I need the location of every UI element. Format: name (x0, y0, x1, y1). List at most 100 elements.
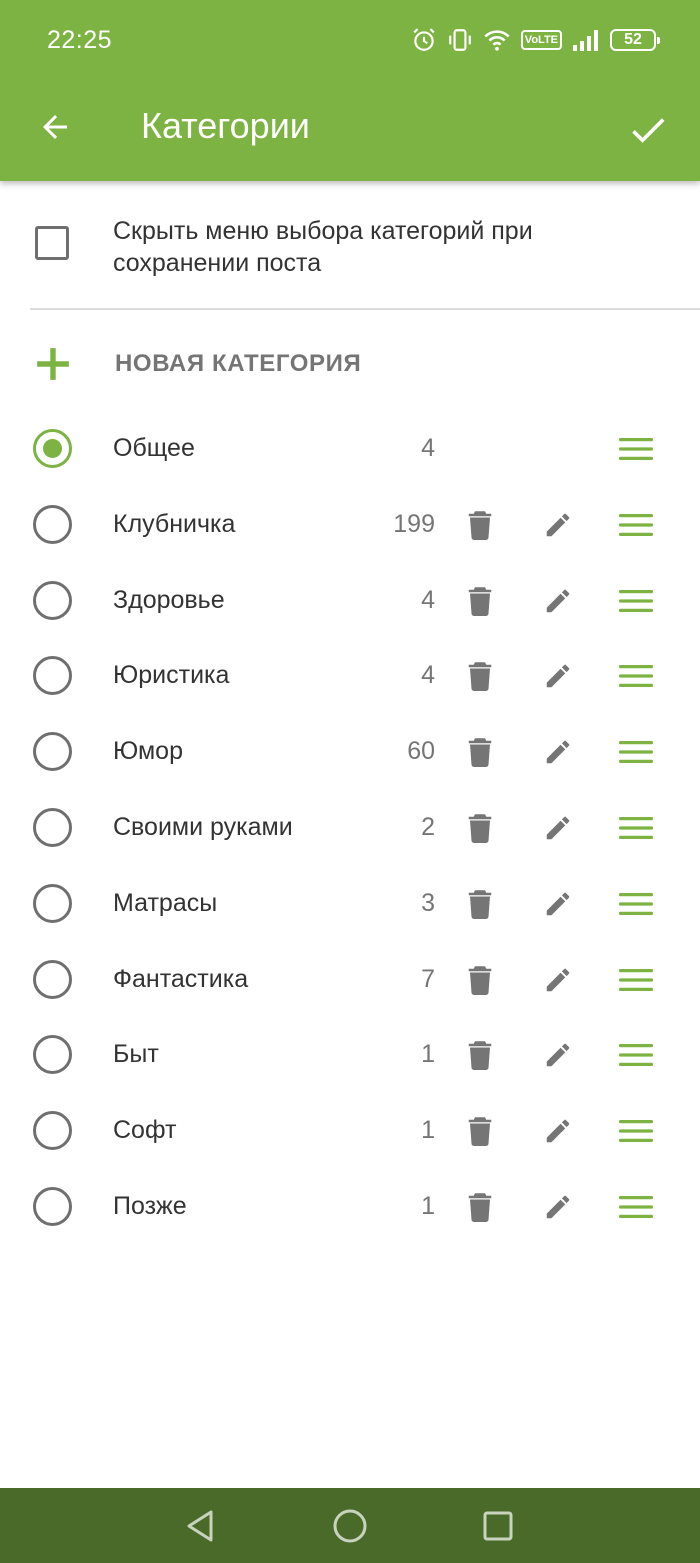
delete-category-button[interactable] (458, 806, 502, 850)
reorder-handle[interactable] (614, 654, 658, 698)
category-count: 60 (407, 737, 435, 766)
category-row[interactable]: Быт 1 (0, 1017, 700, 1093)
delete-category-button[interactable] (458, 1109, 502, 1153)
pencil-icon (546, 1119, 570, 1143)
category-radio[interactable] (33, 1111, 72, 1151)
reorder-handle[interactable] (614, 882, 658, 926)
edit-category-button[interactable] (536, 1033, 580, 1077)
delete-category-button[interactable] (458, 882, 502, 926)
plus-icon (37, 348, 69, 380)
category-radio[interactable] (33, 1035, 72, 1075)
category-row[interactable]: Клубничка 199 (0, 487, 700, 563)
category-radio[interactable] (33, 808, 72, 847)
drag-handle-icon (619, 589, 653, 612)
category-row[interactable]: Юристика 4 (0, 638, 700, 714)
drag-handle-icon (619, 438, 653, 460)
edit-category-button[interactable] (536, 1185, 580, 1229)
category-radio[interactable] (33, 429, 72, 468)
check-icon (632, 118, 665, 143)
category-row[interactable]: Своими руками 2 (0, 790, 700, 866)
reorder-handle[interactable] (614, 579, 658, 623)
delete-category-button[interactable] (458, 1033, 502, 1077)
category-row[interactable]: Позже 1 (0, 1169, 700, 1245)
arrow-left-icon (43, 115, 67, 139)
edit-category-button[interactable] (536, 806, 580, 850)
delete-category-button[interactable] (458, 958, 502, 1002)
edit-category-button[interactable] (536, 958, 580, 1002)
reorder-handle[interactable] (614, 427, 658, 471)
edit-category-button[interactable] (536, 882, 580, 926)
category-name[interactable]: Фантастика (113, 965, 248, 994)
category-name[interactable]: Клубничка (113, 510, 235, 539)
drag-handle-icon (619, 1044, 653, 1067)
trash-icon (468, 738, 492, 768)
category-row[interactable]: Общее 4 (0, 411, 700, 487)
delete-category-button[interactable] (458, 1185, 502, 1229)
category-name[interactable]: Юмор (113, 737, 183, 766)
category-radio[interactable] (33, 1187, 72, 1226)
trash-icon (468, 511, 492, 540)
category-radio[interactable] (33, 580, 72, 620)
category-row[interactable]: Софт 1 (0, 1093, 700, 1169)
hide-menu-label: Скрыть меню выбора категорий при сохране… (113, 217, 533, 277)
hide-menu-option[interactable]: Скрыть меню выбора категорий при сохране… (0, 181, 700, 309)
delete-category-button[interactable] (458, 654, 502, 698)
category-radio[interactable] (33, 656, 72, 696)
edit-category-button[interactable] (536, 654, 580, 698)
drag-handle-icon (619, 1120, 653, 1143)
reorder-handle[interactable] (614, 958, 658, 1002)
trash-icon (468, 965, 492, 995)
category-row[interactable]: Юмор 60 (0, 714, 700, 790)
category-row[interactable]: Матрасы 3 (0, 866, 700, 942)
category-count: 4 (421, 585, 435, 614)
trash-icon (468, 1041, 492, 1071)
drag-handle-icon (619, 513, 653, 536)
category-name[interactable]: Позже (113, 1192, 187, 1221)
category-name[interactable]: Юристика (113, 661, 229, 690)
drag-handle-icon (619, 817, 653, 839)
reorder-handle[interactable] (614, 1109, 658, 1153)
nav-home-button[interactable] (330, 1506, 370, 1546)
navigation-bar (0, 1488, 700, 1563)
category-name[interactable]: Софт (113, 1116, 176, 1145)
trash-icon (468, 662, 492, 692)
edit-category-button[interactable] (536, 1109, 580, 1153)
category-name[interactable]: Своими руками (113, 813, 293, 842)
reorder-handle[interactable] (614, 1033, 658, 1077)
reorder-handle[interactable] (614, 806, 658, 850)
hide-menu-checkbox[interactable] (35, 226, 69, 260)
edit-category-button[interactable] (536, 503, 580, 547)
reorder-handle[interactable] (614, 730, 658, 774)
category-name[interactable]: Матрасы (113, 889, 217, 918)
category-count: 199 (393, 509, 435, 538)
status-time: 22:25 (47, 26, 113, 54)
category-radio[interactable] (33, 883, 72, 923)
delete-category-button[interactable] (458, 730, 502, 774)
category-count: 4 (421, 661, 435, 690)
new-category-button[interactable]: НОВАЯ КАТЕГОРИЯ (0, 329, 700, 399)
category-radio[interactable] (33, 504, 72, 544)
category-name[interactable]: Здоровье (113, 586, 225, 615)
trash-icon (468, 1193, 492, 1222)
reorder-handle[interactable] (614, 503, 658, 547)
edit-category-button[interactable] (536, 730, 580, 774)
pencil-icon (546, 968, 570, 991)
confirm-button[interactable] (620, 102, 676, 158)
category-name[interactable]: Общее (113, 434, 195, 463)
drag-handle-icon (619, 968, 653, 991)
edit-category-button[interactable] (536, 579, 580, 623)
category-radio[interactable] (33, 959, 72, 999)
divider (30, 308, 700, 310)
category-radio[interactable] (33, 732, 72, 772)
app-bar: 22:25 VoLTE 52 Категории (0, 0, 700, 181)
back-button[interactable] (30, 102, 80, 152)
nav-back-button[interactable] (180, 1506, 220, 1546)
delete-category-button[interactable] (458, 579, 502, 623)
category-row[interactable]: Здоровье 4 (0, 563, 700, 639)
delete-category-button[interactable] (458, 503, 502, 547)
reorder-handle[interactable] (614, 1185, 658, 1229)
trash-icon (468, 890, 492, 919)
nav-recents-button[interactable] (478, 1506, 518, 1546)
category-row[interactable]: Фантастика 7 (0, 942, 700, 1018)
category-name[interactable]: Быт (113, 1040, 159, 1069)
